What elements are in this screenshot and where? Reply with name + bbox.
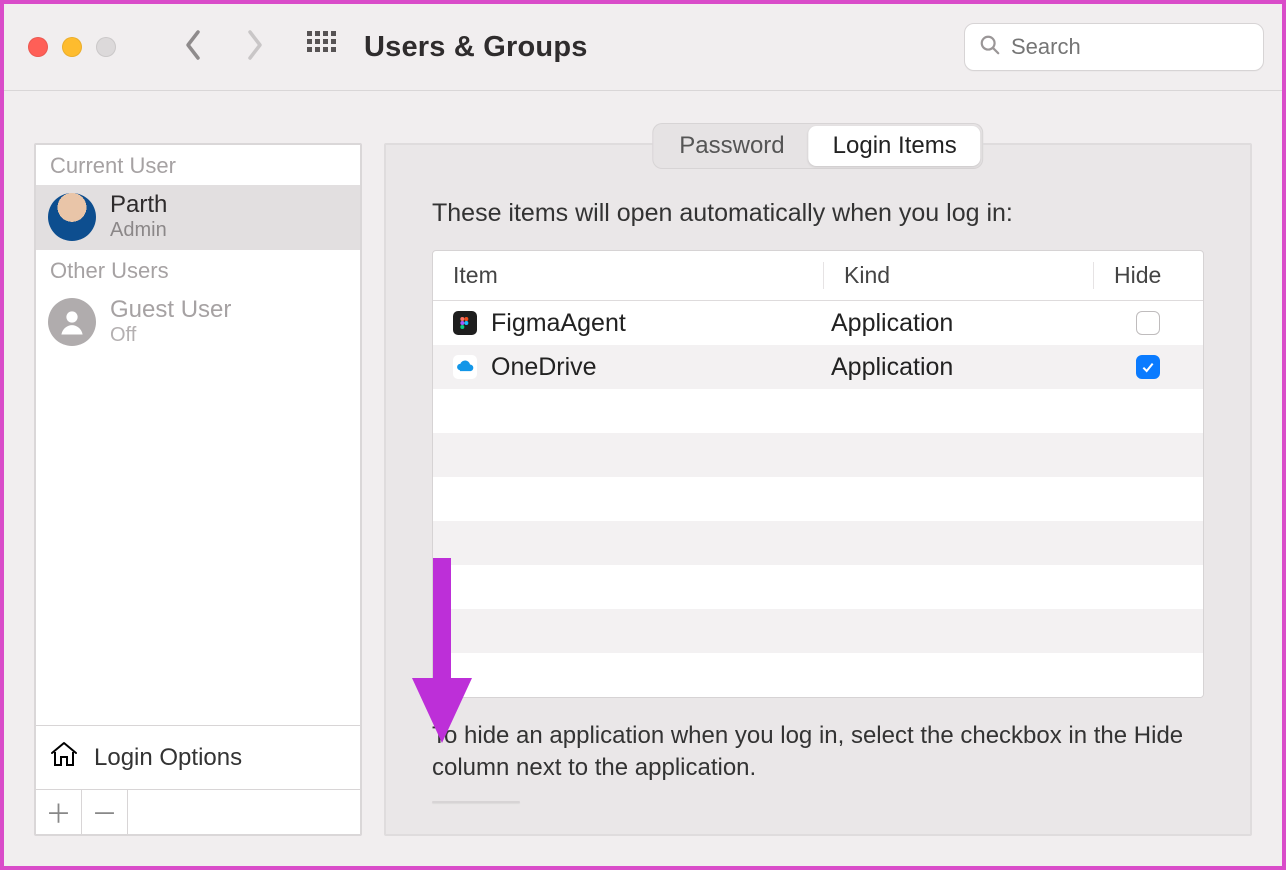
user-name: Guest User — [110, 296, 231, 324]
tabs: Password Login Items — [652, 123, 983, 169]
house-icon — [48, 738, 80, 777]
avatar — [48, 193, 96, 241]
user-name: Parth — [110, 191, 167, 219]
users-sidebar: Current User Parth Admin Other Users Gue… — [34, 143, 362, 836]
sidebar-user-parth[interactable]: Parth Admin — [36, 185, 360, 250]
search-input[interactable] — [1011, 34, 1249, 60]
login-options-button[interactable]: Login Options — [36, 726, 360, 789]
tab-login-items[interactable]: Login Items — [809, 126, 981, 166]
col-item[interactable]: Item — [433, 262, 823, 289]
window-toolbar: Users & Groups — [4, 4, 1282, 90]
onedrive-icon — [453, 355, 477, 379]
hide-checkbox[interactable] — [1136, 311, 1160, 335]
login-items-table: Item Kind Hide FigmaAgentApplicationOneD… — [432, 250, 1204, 698]
item-name: OneDrive — [491, 353, 597, 382]
table-row-empty — [433, 653, 1203, 697]
figma-icon — [453, 311, 477, 335]
item-name: FigmaAgent — [491, 309, 626, 338]
table-header: Item Kind Hide — [433, 251, 1203, 301]
current-user-section-label: Current User — [36, 145, 360, 185]
back-button[interactable] — [182, 28, 206, 67]
table-row-empty — [433, 477, 1203, 521]
other-users-section-label: Other Users — [36, 250, 360, 290]
search-field[interactable] — [964, 23, 1264, 71]
tab-password[interactable]: Password — [655, 126, 808, 166]
remove-user-button[interactable]: － — [82, 790, 128, 834]
zoom-window-button — [96, 37, 116, 57]
main-area: Current User Parth Admin Other Users Gue… — [4, 91, 1282, 866]
add-user-button[interactable]: ＋ — [36, 790, 82, 834]
table-row-empty — [433, 521, 1203, 565]
add-remove-buttons: + − — [432, 801, 520, 803]
table-row-empty — [433, 565, 1203, 609]
table-row[interactable]: OneDrive Application — [433, 345, 1203, 389]
hint-text: To hide an application when you log in, … — [432, 720, 1204, 785]
user-role: Admin — [110, 219, 167, 242]
avatar — [48, 298, 96, 346]
table-row-empty — [433, 609, 1203, 653]
table-row-empty — [433, 433, 1203, 477]
intro-text: These items will open automatically when… — [432, 199, 1204, 228]
table-row-empty — [433, 389, 1203, 433]
traffic-lights — [28, 37, 116, 57]
hide-checkbox[interactable] — [1136, 355, 1160, 379]
content-panel: Password Login Items These items will op… — [384, 143, 1252, 836]
show-all-prefs-button[interactable] — [306, 30, 336, 65]
login-options-label: Login Options — [94, 744, 242, 772]
item-kind: Application — [823, 309, 1093, 338]
search-icon — [979, 34, 1001, 61]
forward-button — [242, 28, 266, 67]
table-row[interactable]: FigmaAgent Application — [433, 301, 1203, 345]
window-title: Users & Groups — [364, 31, 588, 64]
sidebar-footer: ＋ － — [36, 789, 360, 834]
close-window-button[interactable] — [28, 37, 48, 57]
minimize-window-button[interactable] — [62, 37, 82, 57]
nav-arrows — [182, 28, 266, 67]
sidebar-user-guest[interactable]: Guest User Off — [36, 290, 360, 355]
col-kind[interactable]: Kind — [823, 262, 1093, 289]
user-status: Off — [110, 324, 231, 347]
item-kind: Application — [823, 353, 1093, 382]
col-hide[interactable]: Hide — [1093, 262, 1203, 289]
